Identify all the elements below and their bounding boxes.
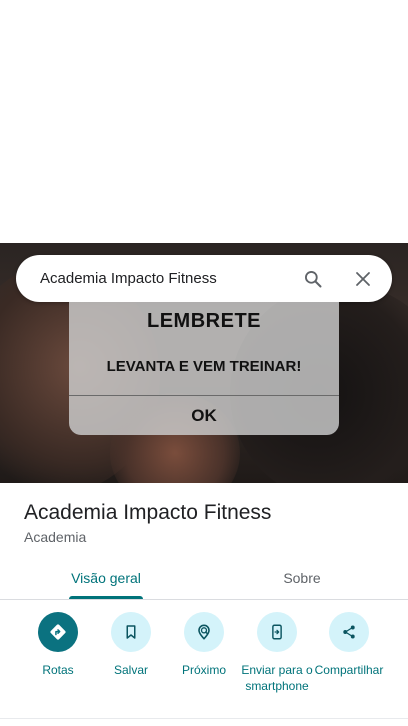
nearby-button[interactable]: Próximo <box>166 612 242 678</box>
dialog-message: LEVANTA E VEM TREINAR! <box>106 358 302 375</box>
nearby-icon[interactable] <box>184 612 224 652</box>
search-icon[interactable] <box>301 267 325 291</box>
place-tabs: Visão geral Sobre <box>0 556 408 600</box>
save-label: Salvar <box>113 663 148 677</box>
send-to-phone-icon[interactable] <box>257 612 297 652</box>
share-button[interactable]: Compartilhar <box>311 612 387 678</box>
search-input[interactable]: Academia Impacto Fitness <box>40 270 301 287</box>
directions-label: Rotas <box>42 663 74 677</box>
divider <box>0 718 408 719</box>
place-category: Academia <box>24 529 87 545</box>
send-to-phone-button[interactable]: Enviar para o smartphone <box>239 612 315 694</box>
share-icon[interactable] <box>329 612 369 652</box>
maps-place-screen: Academia Impacto Fitness LEMBRETE LEVANT… <box>0 0 408 726</box>
directions-icon[interactable] <box>38 612 78 652</box>
close-icon[interactable] <box>351 267 375 291</box>
action-buttons-row: Rotas Salvar Próximo Enviar para o smart… <box>0 612 408 712</box>
tab-overview[interactable]: Visão geral <box>56 556 156 600</box>
send-to-phone-label: Enviar para o smartphone <box>241 663 313 693</box>
tab-about[interactable]: Sobre <box>252 556 352 600</box>
dialog-ok-button[interactable]: OK <box>69 396 339 435</box>
active-tab-indicator <box>69 596 143 599</box>
reminder-dialog: LEMBRETE LEVANTA E VEM TREINAR! OK <box>69 302 339 435</box>
save-button[interactable]: Salvar <box>93 612 169 678</box>
share-label: Compartilhar <box>314 663 384 677</box>
place-title: Academia Impacto Fitness <box>24 501 272 524</box>
bookmark-icon[interactable] <box>111 612 151 652</box>
directions-button[interactable]: Rotas <box>20 612 96 678</box>
dialog-title: LEMBRETE <box>147 310 261 332</box>
search-bar[interactable]: Academia Impacto Fitness <box>16 255 392 302</box>
nearby-label: Próximo <box>181 663 226 677</box>
